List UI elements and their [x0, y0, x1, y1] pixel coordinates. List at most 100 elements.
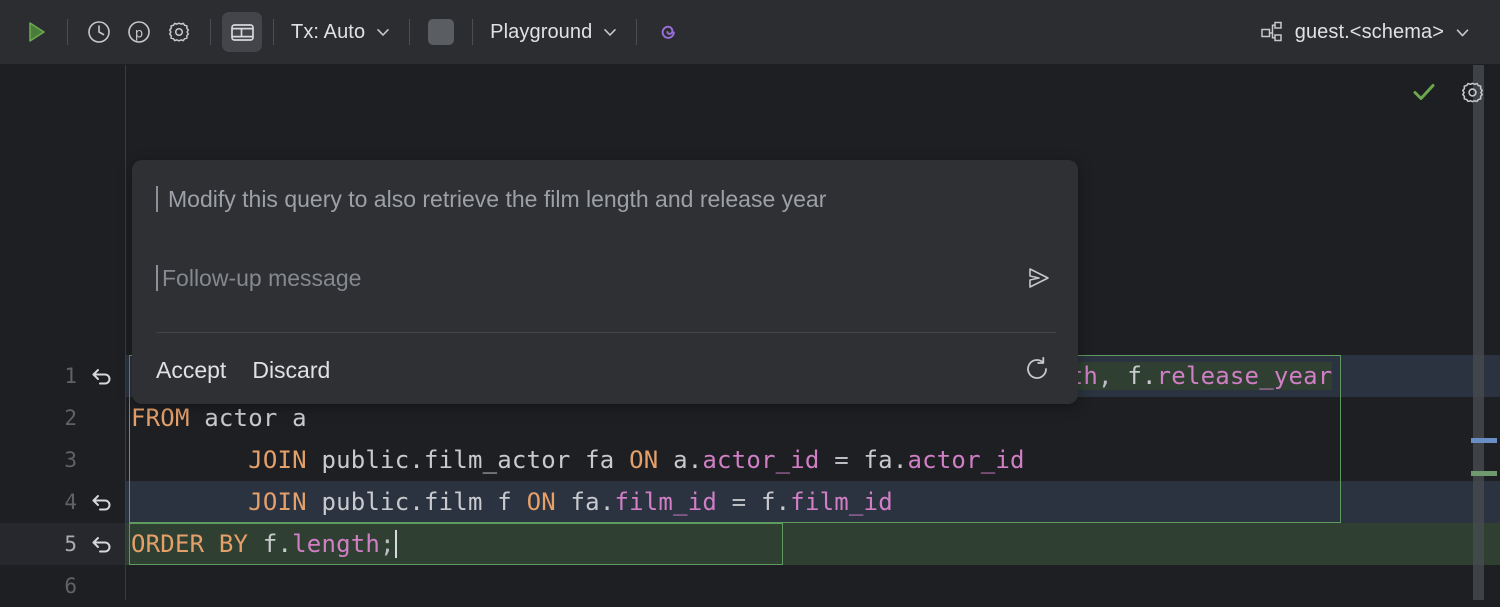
split-panel-icon — [230, 23, 254, 41]
followup-caret — [156, 265, 158, 291]
chevron-down-icon — [1456, 28, 1469, 36]
main-toolbar: p Tx: Auto Playground guest.<schema> — [0, 0, 1500, 65]
token: , — [1098, 362, 1128, 390]
ai-prompt-row[interactable]: Modify this query to also retrieve the f… — [156, 176, 1056, 222]
line-number-1: 1 — [64, 364, 77, 388]
scrollbar-marker-blue[interactable] — [1471, 438, 1497, 443]
ai-spiral-icon — [661, 25, 675, 39]
revert-slot-5[interactable] — [87, 531, 117, 557]
line-number-2: 2 — [64, 406, 77, 430]
circled-p-icon: p — [128, 21, 150, 43]
settings-button[interactable] — [159, 12, 199, 52]
refresh-icon — [1027, 356, 1047, 379]
chevron-down-icon — [377, 29, 389, 36]
token: release_year — [1156, 362, 1333, 390]
clock-icon — [88, 21, 110, 43]
parameters-button[interactable]: p — [119, 12, 159, 52]
gutter-row-1: 1 — [0, 355, 125, 397]
chevron-down-icon — [604, 29, 617, 36]
toolbar-divider-2 — [210, 19, 211, 45]
token: film_id — [790, 488, 893, 516]
color-swatch-button[interactable] — [421, 12, 461, 52]
code-line-6[interactable] — [126, 565, 1500, 600]
line-number-5: 5 — [64, 532, 77, 556]
run-button[interactable] — [16, 12, 56, 52]
token: f. — [760, 488, 791, 516]
toolbar-divider-3 — [273, 19, 274, 45]
check-icon — [1413, 84, 1435, 100]
session-dropdown[interactable]: Playground — [484, 12, 625, 52]
revert-icon[interactable] — [89, 363, 115, 389]
toolbar-divider-6 — [636, 19, 638, 45]
send-followup-button[interactable] — [1018, 258, 1058, 298]
session-label: Playground — [490, 20, 593, 43]
toolbar-divider-4 — [409, 19, 411, 45]
line-number-3: 3 — [64, 448, 77, 472]
editor-settings-button[interactable] — [1459, 79, 1486, 106]
token: ON — [629, 446, 659, 474]
layout-toggle-button[interactable] — [222, 12, 262, 52]
gutter-row-3: 3 — [0, 439, 125, 481]
token: actor_id — [907, 446, 1025, 474]
accept-check-button[interactable] — [1409, 77, 1439, 107]
toolbar-divider-5 — [472, 19, 474, 45]
ai-assistant-panel: Modify this query to also retrieve the f… — [132, 160, 1078, 404]
line-number-4: 4 — [64, 490, 77, 514]
discard-button[interactable]: Discard — [252, 357, 330, 384]
code-line-4[interactable]: JOIN public.film f ON fa. film_id = f. fil… — [126, 481, 1500, 523]
token: JOIN — [248, 488, 307, 516]
token: FROM — [131, 404, 190, 432]
gutter-row-5: 5 — [0, 523, 125, 565]
color-swatch — [428, 19, 455, 45]
gutter-row-6: 6 — [0, 565, 125, 607]
token: public.film_actor fa — [306, 446, 630, 474]
editor-top-right-tools — [1409, 77, 1486, 107]
token: JOIN — [248, 446, 307, 474]
token: f. — [248, 530, 293, 558]
query-history-button[interactable] — [79, 12, 119, 52]
gutter-row-4: 4 — [0, 481, 125, 523]
accept-button[interactable]: Accept — [156, 357, 226, 384]
sql-editor: 1 234 5 6 SELECT a.first_name, a.last_na… — [0, 65, 1500, 600]
schema-tree-icon — [1260, 21, 1282, 42]
schema-label: guest.<schema> — [1294, 20, 1444, 43]
token: ORDER BY — [131, 530, 249, 558]
send-icon — [1029, 268, 1049, 288]
code-line-5[interactable]: ORDER BY f. length; — [126, 523, 1500, 565]
gutter-row-2: 2 — [0, 397, 125, 439]
tx-mode-dropdown[interactable]: Tx: Auto — [285, 12, 398, 52]
ai-followup-placeholder: Follow-up message — [162, 264, 362, 291]
ai-assistant-button[interactable] — [648, 12, 688, 52]
token: f. — [1127, 362, 1157, 390]
gear-icon — [168, 22, 190, 42]
svg-text:p: p — [135, 27, 143, 42]
token: = — [717, 488, 761, 516]
toolbar-left-group: p Tx: Auto Playground — [0, 12, 688, 52]
token: fa. — [863, 446, 908, 474]
token: length — [292, 530, 381, 558]
revert-icon[interactable] — [89, 531, 115, 557]
line-number-6: 6 — [64, 574, 77, 598]
toolbar-right-group: guest.<schema> — [1254, 12, 1500, 52]
gear-icon — [1462, 82, 1483, 102]
token: actor_id — [702, 446, 820, 474]
ai-action-buttons: Accept Discard — [156, 348, 330, 392]
code-line-3[interactable]: JOIN public.film_actor fa ON a. actor_id … — [126, 439, 1500, 481]
schema-selector[interactable]: guest.<schema> — [1254, 12, 1478, 52]
revert-icon[interactable] — [89, 489, 115, 515]
token: a. — [658, 446, 703, 474]
scrollbar-marker-green[interactable] — [1471, 471, 1497, 476]
token: = — [819, 446, 864, 474]
text-cursor — [394, 530, 397, 558]
ai-followup-row[interactable]: Follow-up message — [156, 252, 1056, 304]
scrollbar-thumb[interactable] — [1473, 65, 1484, 600]
revert-slot-4[interactable] — [87, 489, 117, 515]
prompt-caret — [156, 186, 158, 212]
regenerate-button[interactable] — [1016, 348, 1058, 390]
token: film_id — [614, 488, 718, 516]
ai-prompt-text: Modify this query to also retrieve the f… — [168, 185, 827, 212]
token: ON — [526, 488, 556, 516]
revert-slot-1[interactable] — [87, 363, 117, 389]
